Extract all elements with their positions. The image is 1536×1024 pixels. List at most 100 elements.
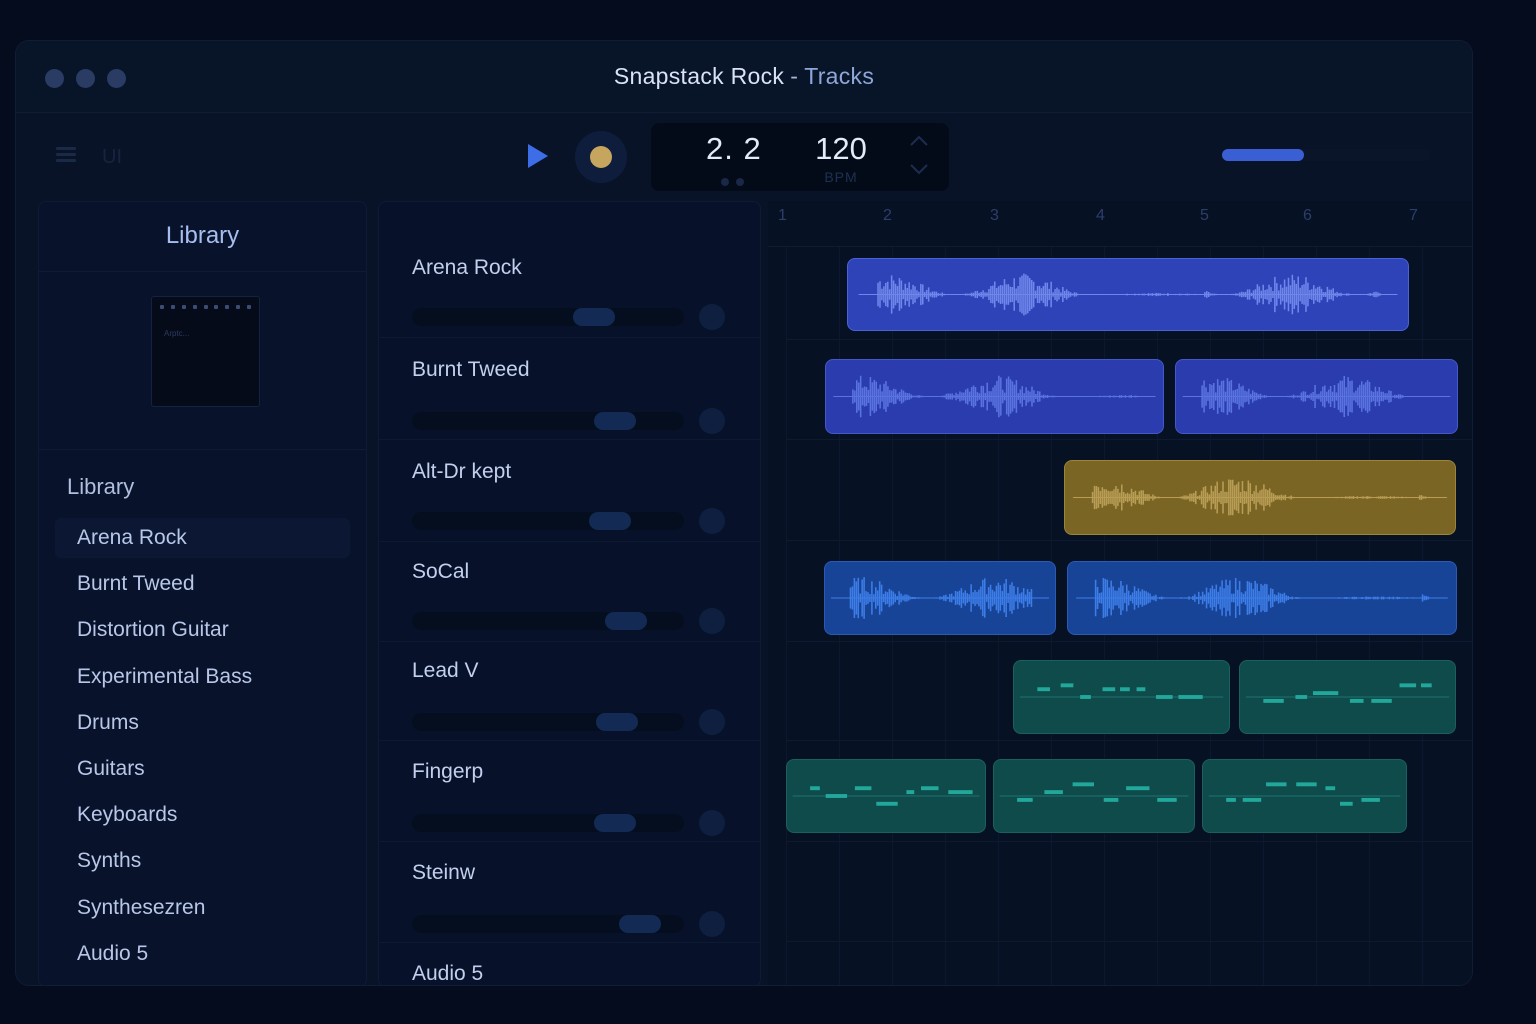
grid-line	[786, 841, 1472, 842]
track-header[interactable]: Burnt Tweed	[379, 340, 760, 440]
audio-region[interactable]	[1067, 561, 1457, 635]
track-volume-slider[interactable]	[412, 713, 684, 731]
volume-slider-knob[interactable]	[594, 814, 636, 832]
playhead-position[interactable]: 2. 2	[706, 131, 762, 167]
audio-region[interactable]	[847, 258, 1409, 331]
library-list: Arena Rock Burnt Tweed Distortion Guitar…	[39, 512, 366, 974]
track-volume-slider[interactable]	[412, 308, 684, 326]
thumbnail-toolbar	[160, 305, 251, 311]
track-header[interactable]: Steinw	[379, 843, 760, 943]
project-name: Snapstack Rock	[613, 63, 785, 89]
track-header[interactable]: Arena Rock	[379, 238, 760, 338]
play-icon	[528, 144, 548, 168]
grid-line	[786, 941, 1472, 942]
midi-region[interactable]	[1202, 759, 1407, 833]
volume-slider-knob[interactable]	[619, 915, 661, 933]
library-header: Library	[39, 202, 366, 272]
grid-line	[786, 247, 787, 985]
bar-number: 4	[1096, 207, 1105, 224]
library-item[interactable]: Guitars	[55, 749, 350, 789]
volume-slider-knob[interactable]	[605, 612, 647, 630]
pan-knob[interactable]	[699, 408, 725, 434]
library-item[interactable]: Experimental Bass	[55, 657, 350, 697]
waveform	[1182, 376, 1451, 417]
tempo-value[interactable]: 120	[811, 131, 871, 167]
track-volume-slider[interactable]	[412, 612, 684, 630]
master-volume-slider[interactable]	[1222, 149, 1431, 161]
track-header[interactable]: SoCal	[379, 542, 760, 642]
track-header[interactable]: Alt-Dr kept	[379, 442, 760, 542]
tempo-down-button[interactable]	[907, 161, 931, 177]
track-name[interactable]: SoCal	[412, 560, 469, 584]
library-item[interactable]: Keyboards	[55, 795, 350, 835]
midi-region[interactable]	[786, 759, 986, 833]
audio-region[interactable]	[825, 359, 1164, 434]
record-button[interactable]	[575, 131, 627, 183]
menu-icon[interactable]	[56, 147, 76, 163]
audio-region[interactable]	[824, 561, 1056, 635]
audio-region[interactable]	[1064, 460, 1456, 535]
library-item[interactable]: Synths	[55, 841, 350, 881]
pan-knob[interactable]	[699, 508, 725, 534]
ui-toggle[interactable]: UI	[102, 146, 122, 169]
pan-knob[interactable]	[699, 911, 725, 937]
bar-ruler[interactable]: 1 2 3 4 5 6 7	[768, 201, 1472, 247]
midi-region[interactable]	[993, 759, 1195, 833]
bar-number: 6	[1303, 207, 1312, 224]
library-item[interactable]: Synthesezren	[55, 888, 350, 928]
waveform	[1073, 479, 1447, 516]
volume-slider-knob[interactable]	[594, 412, 636, 430]
track-name[interactable]: Fingerp	[412, 760, 483, 784]
grid-line	[786, 540, 1472, 541]
audio-region[interactable]	[1175, 359, 1458, 434]
track-name[interactable]: Audio 5	[412, 962, 483, 985]
record-icon	[590, 146, 612, 168]
library-item[interactable]: Audio 5	[55, 934, 350, 974]
track-volume-slider[interactable]	[412, 915, 684, 933]
track-header[interactable]: Audio 5	[379, 944, 760, 985]
track-name[interactable]: Burnt Tweed	[412, 358, 530, 382]
bar-number: 7	[1409, 207, 1418, 224]
library-item[interactable]: Arena Rock	[55, 518, 350, 558]
library-panel: Library Arptc... Library Arena Rock Burn…	[38, 201, 367, 985]
arrange-area[interactable]: 1 2 3 4 5 6 7	[768, 201, 1472, 985]
library-item[interactable]: Drums	[55, 703, 350, 743]
track-name[interactable]: Arena Rock	[412, 256, 522, 280]
tempo-up-button[interactable]	[907, 133, 931, 149]
pan-knob[interactable]	[699, 608, 725, 634]
grid-line	[786, 339, 1472, 340]
midi-notes	[999, 782, 1189, 802]
pan-knob[interactable]	[699, 709, 725, 735]
midi-notes	[1245, 683, 1450, 703]
library-item[interactable]: Burnt Tweed	[55, 564, 350, 604]
window-title: Snapstack Rock - Tracks	[16, 63, 1472, 90]
volume-slider-knob[interactable]	[596, 713, 638, 731]
grid-line	[786, 439, 1472, 440]
midi-region[interactable]	[1013, 660, 1230, 734]
track-volume-slider[interactable]	[412, 814, 684, 832]
track-name[interactable]: Lead V	[412, 659, 479, 683]
track-name[interactable]: Alt-Dr kept	[412, 460, 511, 484]
patch-thumbnail[interactable]: Arptc...	[151, 296, 260, 407]
grid-line	[786, 641, 1472, 642]
track-header[interactable]: Lead V	[379, 641, 760, 741]
pan-knob[interactable]	[699, 304, 725, 330]
library-section-title: Library	[67, 474, 135, 499]
volume-slider-knob[interactable]	[573, 308, 615, 326]
track-volume-slider[interactable]	[412, 512, 684, 530]
pan-knob[interactable]	[699, 810, 725, 836]
track-list: Arena Rock Burnt Tweed Alt-Dr kept SoCal…	[378, 201, 761, 985]
title-bar: Snapstack Rock - Tracks	[16, 41, 1472, 113]
volume-slider-knob[interactable]	[589, 512, 631, 530]
library-item[interactable]: Distortion Guitar	[55, 610, 350, 650]
bar-number: 3	[990, 207, 999, 224]
track-name[interactable]: Steinw	[412, 861, 475, 885]
waveform	[833, 375, 1156, 418]
midi-region[interactable]	[1239, 660, 1456, 734]
track-header[interactable]: Fingerp	[379, 742, 760, 842]
track-volume-slider[interactable]	[412, 412, 684, 430]
waveform	[1076, 577, 1448, 619]
grid-line	[786, 740, 1472, 741]
play-button[interactable]	[522, 141, 552, 171]
library-preview: Arptc...	[39, 272, 366, 450]
